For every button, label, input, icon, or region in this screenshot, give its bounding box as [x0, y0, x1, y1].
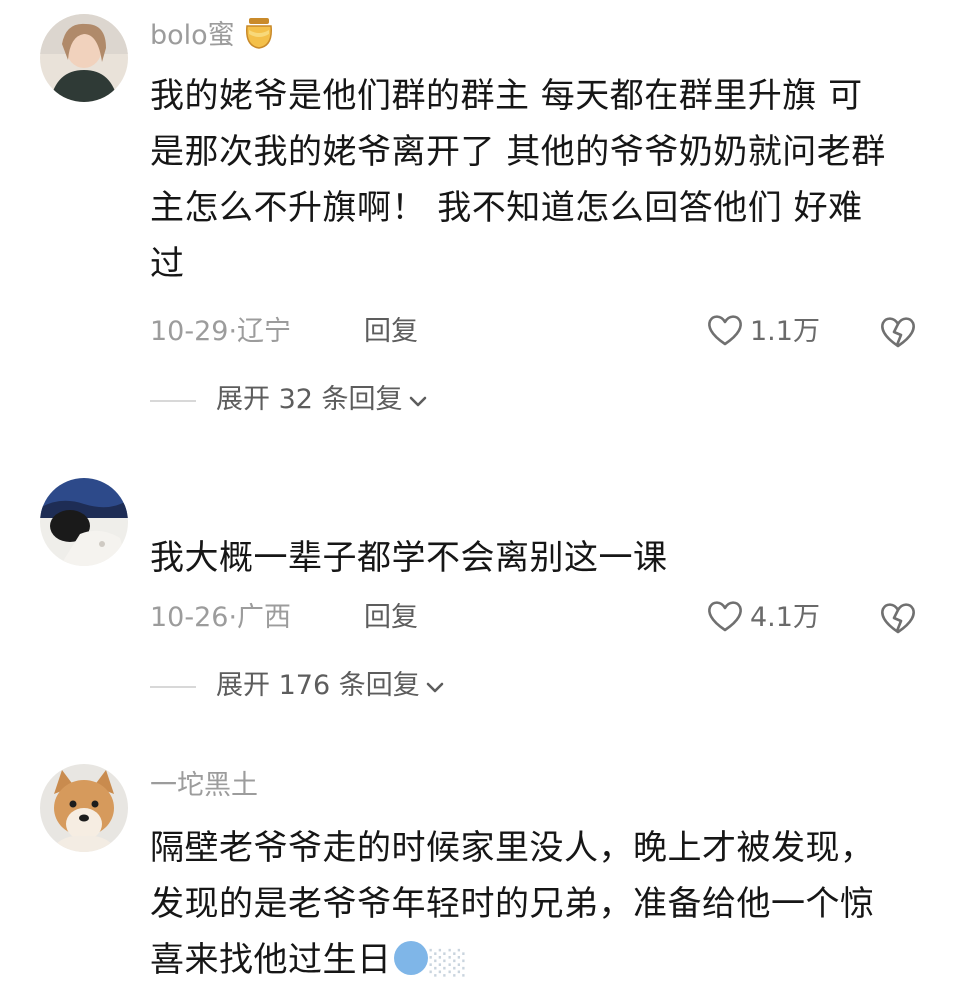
- expand-replies-button[interactable]: 展开 32 条回复: [150, 380, 429, 420]
- comment-meta: 10-26·广西 回复 4.1万: [150, 598, 930, 638]
- comment-line: 隔壁老爷爷走的时候家里没人，晚上才被发现，: [150, 828, 875, 868]
- comment-line: 我大概一辈子都学不会离别这一课: [150, 538, 668, 578]
- like-count: 1.1万: [750, 316, 820, 347]
- like-button[interactable]: 4.1万: [706, 598, 820, 638]
- heart-icon: [708, 315, 742, 346]
- comment-line: 主怎么不升旗啊！ 我不知道怎么回答他们 好难: [150, 188, 863, 228]
- expand-label: 展开 176 条回复: [216, 670, 420, 701]
- comment-meta: 10-29·辽宁 回复 1.1万: [150, 312, 930, 352]
- comment-text: 我的姥爷是他们群的群主 每天都在群里升旗 可 是那次我的姥爷离开了 其他的爷爷奶…: [150, 68, 920, 292]
- dislike-broken-heart-icon[interactable]: [878, 314, 918, 362]
- comment-line: 过: [150, 244, 185, 284]
- chevron-down-icon: [409, 396, 426, 407]
- divider-dash: [150, 399, 196, 402]
- avatar[interactable]: [40, 14, 128, 102]
- comment-line-text: 喜来找他过生日: [150, 940, 392, 980]
- divider-dash: [150, 685, 196, 688]
- reply-button[interactable]: 回复: [364, 598, 418, 638]
- comment-line: 是那次我的姥爷离开了 其他的爷爷奶奶就问老群: [150, 132, 886, 172]
- username[interactable]: bolo蜜: [150, 16, 277, 60]
- comment-line: 我的姥爷是他们群的群主 每天都在群里升旗 可: [150, 76, 863, 116]
- sticker-icon: [393, 941, 428, 975]
- username[interactable]: 一坨黑土: [150, 768, 258, 804]
- like-button[interactable]: 1.1万: [706, 312, 820, 352]
- avatar[interactable]: [40, 764, 128, 852]
- blurred-watermark: ░░: [429, 949, 468, 977]
- expand-replies-button[interactable]: 展开 176 条回复: [150, 666, 446, 706]
- reply-button[interactable]: 回复: [364, 312, 418, 352]
- chevron-down-icon: [426, 682, 444, 693]
- like-count: 4.1万: [750, 602, 820, 633]
- date-location: 10-29·辽宁: [150, 316, 292, 347]
- honey-jar-icon: [241, 16, 277, 60]
- heart-icon: [708, 601, 742, 632]
- dislike-broken-heart-icon[interactable]: [878, 600, 918, 648]
- comment-line: 发现的是老爷爷年轻时的兄弟，准备给他一个惊: [150, 884, 875, 924]
- expand-label: 展开 32 条回复: [216, 384, 403, 415]
- avatar[interactable]: [40, 478, 128, 566]
- comment-text: 隔壁老爷爷走的时候家里没人，晚上才被发现， 发现的是老爷爷年轻时的兄弟，准备给他…: [150, 820, 920, 991]
- comment-line: 喜来找他过生日 ░░: [150, 932, 920, 991]
- date-location: 10-26·广西: [150, 602, 292, 633]
- comment-text: 我大概一辈子都学不会离别这一课: [150, 530, 920, 586]
